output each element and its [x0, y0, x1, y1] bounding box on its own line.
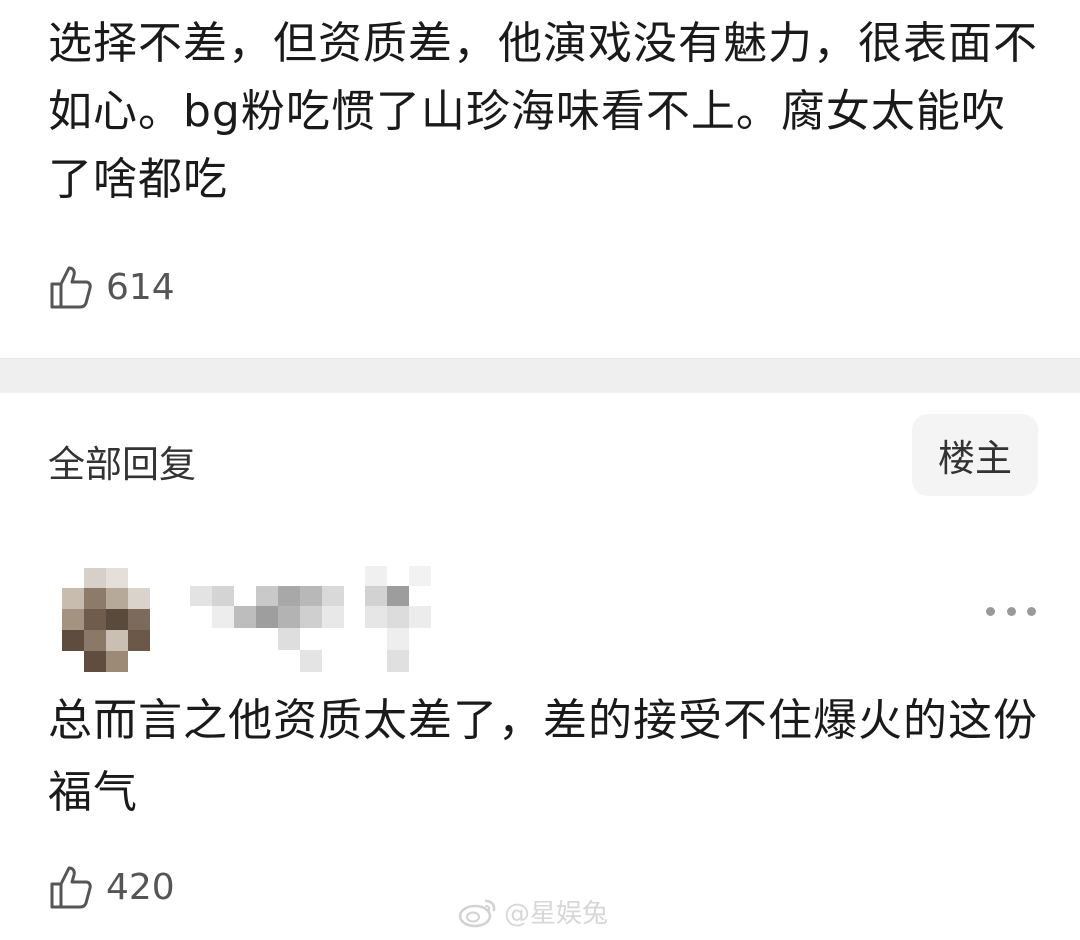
- replies-header: 全部回复 楼主: [0, 392, 1080, 522]
- watermark: @星娱兔: [458, 893, 608, 930]
- dot: [986, 606, 995, 616]
- post-like-count: 614: [106, 266, 175, 308]
- post-like-button[interactable]: 614: [48, 262, 175, 312]
- username[interactable]: [190, 566, 445, 674]
- original-post: 选择不差，但资质差，他演戏没有魅力，很表面不如心。bg粉吃惯了山珍海味看不上。腐…: [0, 0, 1080, 356]
- reply-like-count: 420: [106, 866, 175, 908]
- avatar[interactable]: [62, 568, 150, 672]
- post-text: 选择不差，但资质差，他演戏没有魅力，很表面不如心。bg粉吃惯了山珍海味看不上。腐…: [48, 18, 1038, 205]
- dot: [1027, 606, 1036, 616]
- section-divider: [0, 358, 1080, 393]
- dot: [1006, 606, 1016, 616]
- more-dots-icon[interactable]: [986, 598, 1036, 624]
- replies-title: 全部回复: [48, 443, 196, 486]
- thumbs-up-icon: [50, 266, 92, 309]
- reply-text: 总而言之他资质太差了，差的接受不住爆火的这份福气: [48, 695, 1038, 818]
- watermark-text: @星娱兔: [504, 899, 609, 929]
- reply-like-button[interactable]: 420: [48, 862, 175, 912]
- weibo-logo-icon: [458, 899, 496, 927]
- op-only-button[interactable]: 楼主: [912, 414, 1038, 496]
- thumbs-up-icon: [50, 866, 92, 909]
